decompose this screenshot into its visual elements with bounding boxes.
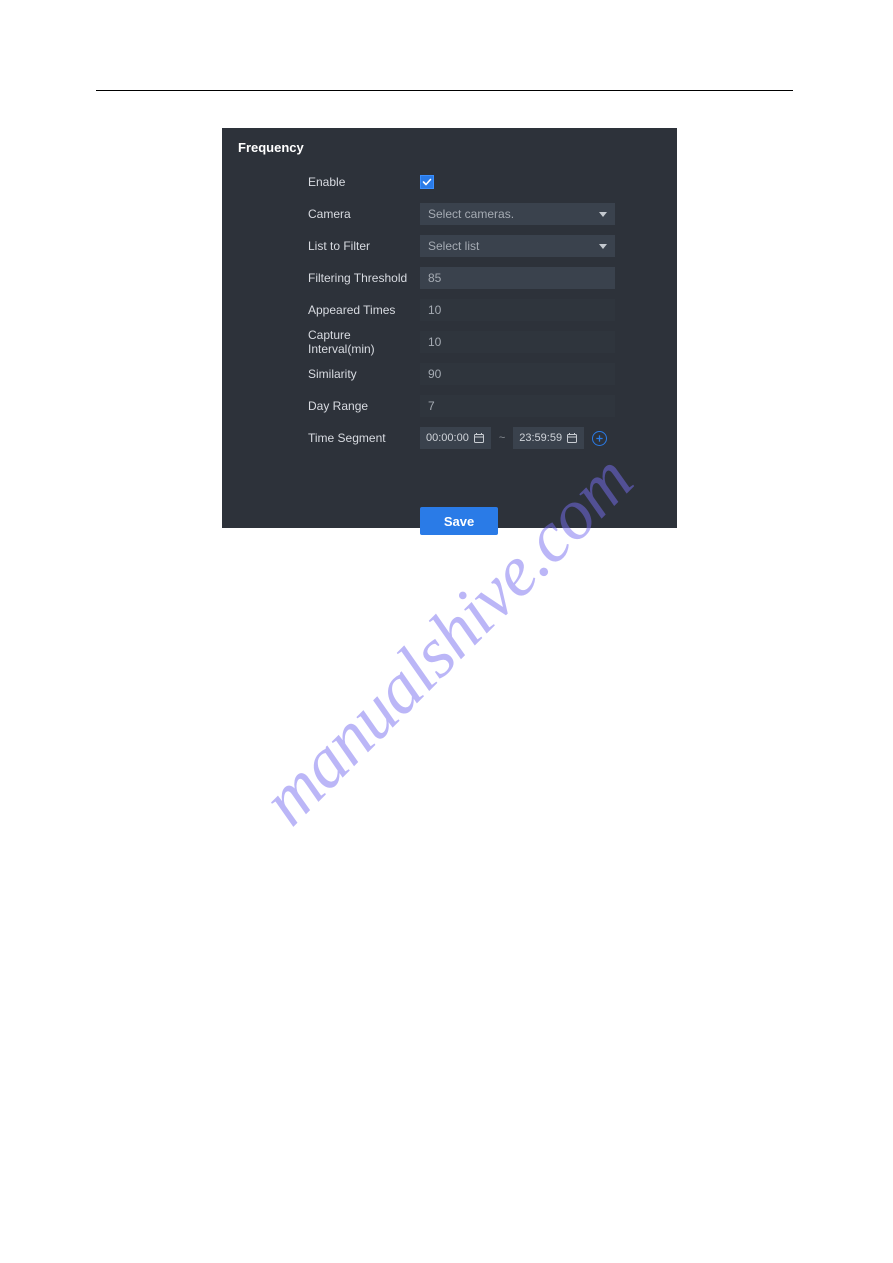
label-day-range: Day Range: [308, 399, 420, 413]
filtering-threshold-input[interactable]: 85: [420, 267, 615, 289]
time-separator: ~: [499, 432, 505, 444]
add-time-segment-button[interactable]: [592, 431, 607, 446]
row-similarity: Similarity 90: [308, 363, 661, 385]
calendar-icon: [566, 432, 578, 444]
chevron-down-icon: [599, 244, 607, 249]
label-time-segment: Time Segment: [308, 431, 420, 445]
camera-select-placeholder: Select cameras.: [428, 207, 514, 221]
label-filtering-threshold: Filtering Threshold: [308, 271, 420, 285]
label-appeared-times: Appeared Times: [308, 303, 420, 317]
time-end-value: 23:59:59: [519, 432, 562, 444]
similarity-value: 90: [428, 367, 441, 381]
camera-select[interactable]: Select cameras.: [420, 203, 615, 225]
appeared-times-value: 10: [428, 303, 441, 317]
header-divider: [96, 90, 793, 91]
day-range-value: 7: [428, 399, 435, 413]
row-camera: Camera Select cameras.: [308, 203, 661, 225]
time-end-picker[interactable]: 23:59:59: [513, 427, 584, 449]
label-similarity: Similarity: [308, 367, 420, 381]
similarity-input[interactable]: 90: [420, 363, 615, 385]
time-segment-group: 00:00:00 ~ 23:59:59: [420, 427, 607, 449]
calendar-icon: [473, 432, 485, 444]
label-enable: Enable: [308, 175, 420, 189]
list-select[interactable]: Select list: [420, 235, 615, 257]
row-appeared-times: Appeared Times 10: [308, 299, 661, 321]
list-select-placeholder: Select list: [428, 239, 479, 253]
time-start-picker[interactable]: 00:00:00: [420, 427, 491, 449]
form: Enable Camera Select cameras. List to Fi…: [308, 171, 661, 535]
panel-title: Frequency: [238, 140, 661, 155]
day-range-input[interactable]: 7: [420, 395, 615, 417]
time-start-value: 00:00:00: [426, 432, 469, 444]
check-icon: [422, 177, 432, 187]
enable-checkbox[interactable]: [420, 175, 434, 189]
capture-interval-value: 10: [428, 335, 441, 349]
chevron-down-icon: [599, 212, 607, 217]
row-filtering-threshold: Filtering Threshold 85: [308, 267, 661, 289]
appeared-times-input[interactable]: 10: [420, 299, 615, 321]
plus-icon: [595, 434, 604, 443]
row-list-to-filter: List to Filter Select list: [308, 235, 661, 257]
row-enable: Enable: [308, 171, 661, 193]
label-list-to-filter: List to Filter: [308, 239, 420, 253]
frequency-panel: Frequency Enable Camera Select cameras. …: [222, 128, 677, 528]
capture-interval-input[interactable]: 10: [420, 331, 615, 353]
row-time-segment: Time Segment 00:00:00 ~ 23:59:59: [308, 427, 661, 449]
label-camera: Camera: [308, 207, 420, 221]
label-capture-interval: Capture Interval(min): [308, 328, 420, 357]
filtering-threshold-value: 85: [428, 271, 441, 285]
save-button[interactable]: Save: [420, 507, 498, 535]
row-day-range: Day Range 7: [308, 395, 661, 417]
row-capture-interval: Capture Interval(min) 10: [308, 331, 661, 353]
